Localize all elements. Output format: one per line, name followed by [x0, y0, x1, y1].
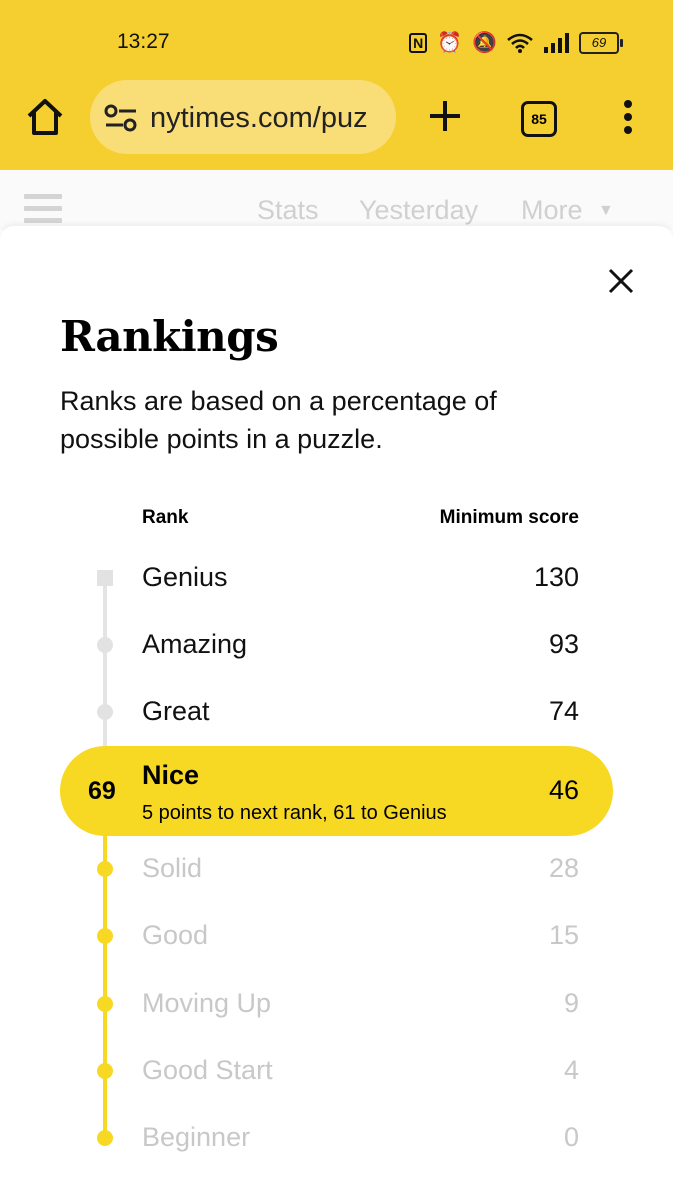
- current-rank-name: Nice: [142, 760, 200, 790]
- rank-name: Moving Up: [142, 988, 272, 1018]
- nav-more-label: More: [521, 195, 583, 225]
- status-time: 13:27: [117, 30, 170, 53]
- nav-yesterday[interactable]: Yesterday: [359, 195, 478, 226]
- new-tab-icon[interactable]: [428, 99, 462, 133]
- rank-marker-icon: [97, 1130, 113, 1146]
- rank-row: Solid 28: [0, 849, 673, 889]
- signal-icon: [544, 32, 569, 53]
- rank-name: Amazing: [142, 629, 248, 659]
- nfc-icon: N: [409, 32, 428, 53]
- url-bar[interactable]: nytimes.com/puz: [90, 80, 396, 154]
- column-header-minimum-score: Minimum score: [439, 507, 579, 528]
- tab-switcher-button[interactable]: 85: [521, 101, 557, 137]
- rank-row: Moving Up 9: [0, 984, 673, 1024]
- rankings-modal: Rankings Ranks are based on a percentage…: [0, 226, 673, 1200]
- rank-name: Good: [142, 920, 209, 950]
- url-text[interactable]: nytimes.com/puz: [150, 102, 386, 135]
- overflow-menu-icon[interactable]: [620, 99, 636, 135]
- rank-name: Genius: [142, 562, 228, 592]
- rank-row: Good Start 4: [0, 1051, 673, 1091]
- battery-icon: 69: [579, 31, 623, 54]
- site-settings-icon[interactable]: [104, 104, 138, 132]
- rank-name: Beginner: [142, 1122, 251, 1152]
- rank-min-score: 93: [548, 629, 579, 659]
- modal-description: Ranks are based on a percentage of possi…: [60, 386, 497, 454]
- rank-row: Great 74: [0, 692, 673, 732]
- rank-marker-icon: [97, 570, 113, 586]
- rank-row: Good 15: [0, 916, 673, 956]
- column-header-rank: Rank: [142, 507, 189, 528]
- wifi-icon: [507, 33, 533, 53]
- current-rank-progress-text: 5 points to next rank, 61 to Genius: [142, 802, 447, 824]
- page-nav: Stats Yesterday More ▼: [0, 170, 673, 230]
- rank-marker-icon: [97, 861, 113, 877]
- rank-marker-icon: [97, 996, 113, 1012]
- current-score: 69: [88, 777, 116, 805]
- rank-min-score: 9: [563, 988, 579, 1018]
- rank-name: Great: [142, 696, 210, 726]
- rank-row: Genius 130: [0, 558, 673, 598]
- home-icon[interactable]: [24, 96, 66, 138]
- rank-min-score: 74: [548, 696, 579, 726]
- nav-more[interactable]: More ▼: [521, 195, 614, 226]
- alarm-icon: ⏰: [437, 32, 463, 54]
- browser-chrome: 13:27 N ⏰ 🔕 69 nytimes.com/puz 85: [0, 0, 673, 170]
- rank-min-score: 130: [533, 562, 579, 592]
- nav-stats[interactable]: Stats: [257, 195, 319, 226]
- modal-title: Rankings: [60, 312, 279, 361]
- rank-row: Beginner 0: [0, 1118, 673, 1158]
- rank-row: Amazing 93: [0, 625, 673, 665]
- rank-min-score: 28: [548, 853, 579, 883]
- battery-level: 69: [579, 31, 619, 54]
- mute-icon: 🔕: [472, 32, 497, 54]
- rank-name: Solid: [142, 853, 203, 883]
- current-rank-row: 69 Nice 5 points to next rank, 61 to Gen…: [60, 746, 613, 836]
- rank-name: Good Start: [142, 1055, 273, 1085]
- hamburger-menu-icon[interactable]: [24, 194, 62, 224]
- rank-marker-icon: [97, 704, 113, 720]
- rank-marker-icon: [97, 637, 113, 653]
- rank-marker-icon: [97, 928, 113, 944]
- chevron-down-icon: ▼: [598, 202, 614, 219]
- status-icons: N ⏰ 🔕 69: [409, 30, 623, 55]
- rank-min-score: 15: [548, 920, 579, 950]
- current-rank-min-score: 46: [548, 775, 579, 805]
- rank-marker-icon: [97, 1063, 113, 1079]
- rank-min-score: 4: [563, 1055, 579, 1085]
- close-icon[interactable]: [604, 264, 638, 298]
- rank-min-score: 0: [563, 1122, 579, 1152]
